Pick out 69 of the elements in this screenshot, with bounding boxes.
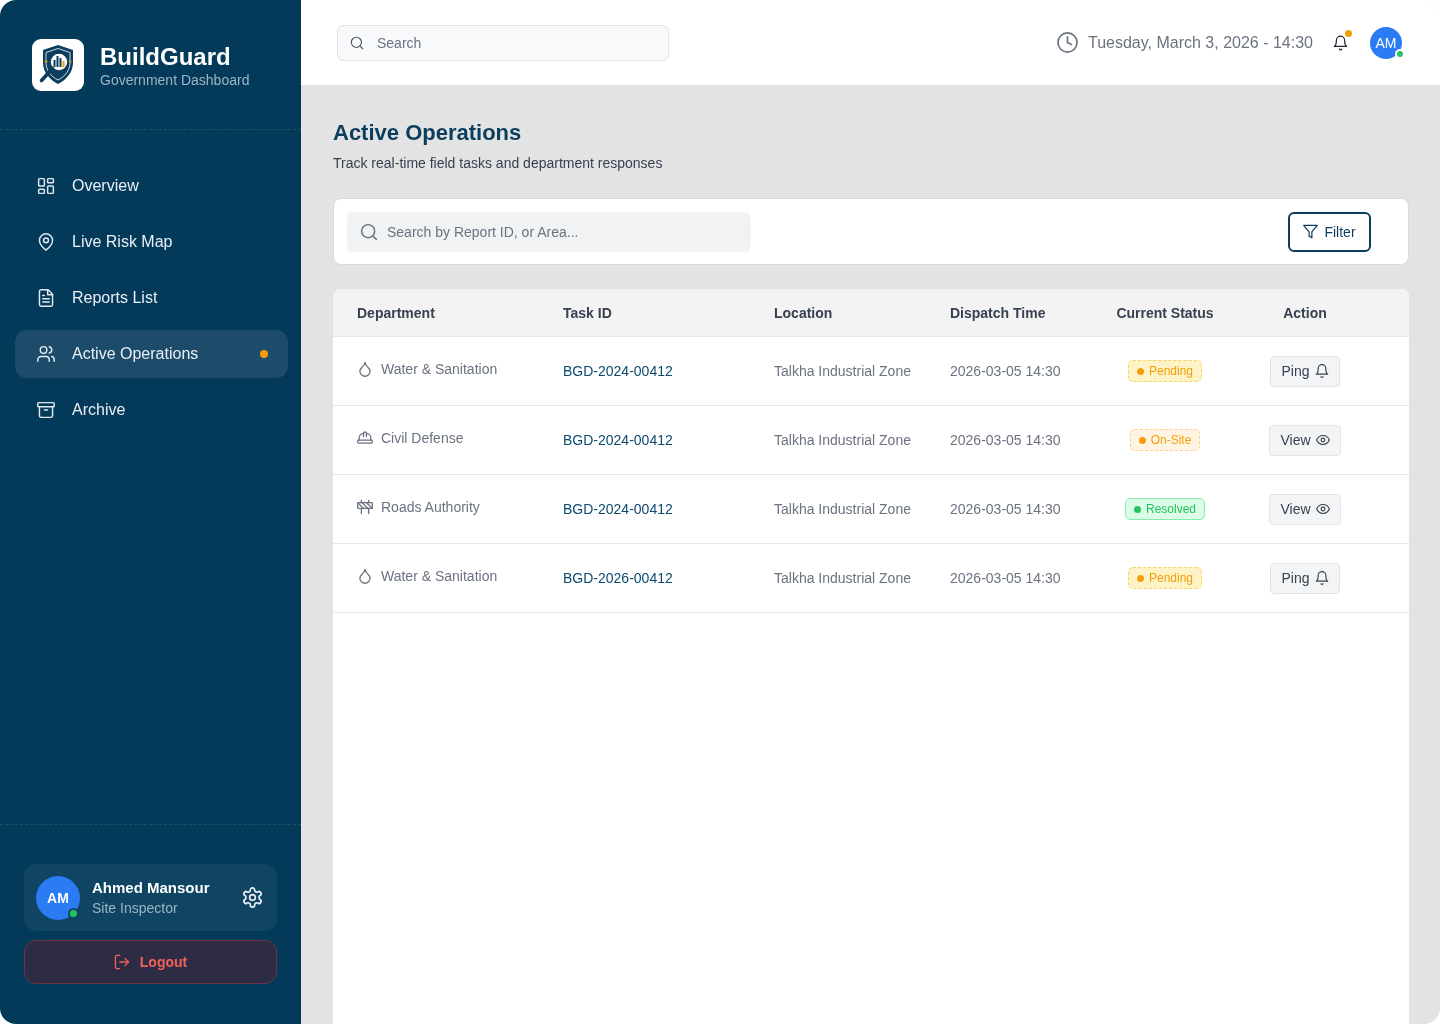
task-id: BGD-2024-00412 bbox=[563, 432, 673, 448]
department-name: Roads Authority bbox=[381, 499, 480, 515]
location-text: Talkha Industrial Zone bbox=[774, 432, 911, 448]
status-label: On-Site bbox=[1150, 433, 1192, 447]
status-label: Pending bbox=[1148, 364, 1193, 378]
dashboard-grid-icon bbox=[37, 177, 55, 195]
clock-icon bbox=[1057, 32, 1078, 53]
notification-bell-icon[interactable] bbox=[1333, 34, 1348, 51]
date-time: Tuesday, March 3, 2026 - 14:30 bbox=[1088, 33, 1313, 52]
department-name: Civil Defense bbox=[381, 430, 464, 446]
column-header: Department bbox=[357, 304, 435, 321]
location-text: Talkha Industrial Zone bbox=[774, 570, 911, 586]
logout-button[interactable]: Logout bbox=[24, 940, 277, 984]
search-field[interactable]: Search by Report ID, or Area... bbox=[347, 211, 751, 252]
department-name: Water & Sanitation bbox=[381, 568, 498, 584]
road-barrier-icon bbox=[357, 499, 373, 515]
water-drop-icon bbox=[357, 361, 373, 377]
task-id: BGD-2024-00412 bbox=[563, 501, 673, 517]
water-drop-icon bbox=[357, 568, 373, 584]
location-text: Talkha Industrial Zone bbox=[774, 363, 911, 379]
ping-button[interactable]: Ping bbox=[1270, 562, 1340, 594]
user-avatar[interactable]: AM bbox=[1370, 26, 1402, 59]
page-title: Active Operations bbox=[333, 119, 522, 147]
task-id: BGD-2024-00412 bbox=[563, 363, 673, 379]
column-header: Action bbox=[1283, 304, 1327, 321]
brand-name: BuildGuard bbox=[100, 43, 232, 71]
nav-item[interactable]: Archive bbox=[15, 386, 288, 434]
nav-item[interactable]: Live Risk Map bbox=[15, 218, 288, 266]
search-icon bbox=[360, 222, 378, 241]
map-pin-icon bbox=[37, 233, 55, 251]
dispatch-time: 2026-03-05 14:30 bbox=[950, 363, 1061, 379]
department-name: Water & Sanitation bbox=[381, 361, 498, 377]
filter-icon bbox=[1303, 224, 1319, 239]
shield-magnifier-logo-icon bbox=[32, 39, 84, 91]
nav-item[interactable]: Reports List bbox=[15, 274, 288, 322]
dispatch-time: 2026-03-05 14:30 bbox=[950, 501, 1061, 517]
brand-subtitle: Government Dashboard bbox=[100, 71, 250, 89]
users-icon bbox=[37, 345, 55, 363]
archive-box-icon bbox=[37, 401, 55, 419]
view-button[interactable]: View bbox=[1269, 493, 1341, 525]
eye-icon bbox=[1315, 433, 1330, 447]
eye-icon bbox=[1315, 502, 1330, 516]
user-name: Ahmed Mansour bbox=[92, 878, 210, 897]
dispatch-time: 2026-03-05 14:30 bbox=[950, 570, 1061, 586]
user-avatar: AM bbox=[36, 875, 80, 920]
page-subtitle: Track real-time field tasks and department responses bbox=[333, 154, 663, 173]
filter-button[interactable]: Filter bbox=[1288, 211, 1371, 252]
logout-icon bbox=[113, 954, 130, 970]
ping-button[interactable]: Ping bbox=[1270, 355, 1340, 387]
bell-icon bbox=[1314, 571, 1329, 585]
bell-icon bbox=[1314, 364, 1329, 378]
column-header: Task ID bbox=[563, 304, 612, 321]
nav-item[interactable]: Active Operations bbox=[15, 330, 288, 378]
settings-icon[interactable] bbox=[242, 887, 263, 908]
column-header: Location bbox=[774, 304, 833, 321]
status-label: Pending bbox=[1148, 571, 1193, 585]
hard-hat-icon bbox=[357, 430, 373, 446]
search-field[interactable]: Search bbox=[337, 24, 669, 61]
column-header: Current Status bbox=[1116, 304, 1214, 321]
view-button[interactable]: View bbox=[1269, 424, 1341, 456]
user-role: Site Inspector bbox=[92, 898, 179, 917]
nav-item[interactable]: Overview bbox=[15, 162, 288, 210]
column-header: Dispatch Time bbox=[950, 304, 1046, 321]
location-text: Talkha Industrial Zone bbox=[774, 501, 911, 517]
search-icon bbox=[350, 35, 364, 50]
dispatch-time: 2026-03-05 14:30 bbox=[950, 432, 1061, 448]
document-icon bbox=[37, 289, 55, 307]
task-id: BGD-2026-00412 bbox=[563, 570, 673, 586]
status-label: Resolved bbox=[1146, 502, 1196, 516]
